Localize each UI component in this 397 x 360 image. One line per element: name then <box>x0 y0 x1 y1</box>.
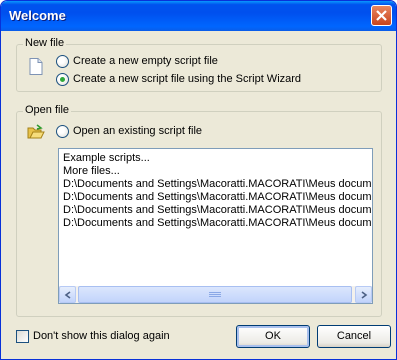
list-item[interactable]: D:\Documents and Settings\Macoratti.MACO… <box>63 178 372 191</box>
list-item[interactable]: D:\Documents and Settings\Macoratti.MACO… <box>63 217 372 230</box>
scroll-left-button[interactable] <box>59 286 76 303</box>
document-icon <box>29 58 43 75</box>
cancel-button[interactable]: Cancel <box>317 325 391 348</box>
open-file-group-label: Open file <box>23 104 72 116</box>
chevron-left-icon <box>64 291 71 299</box>
welcome-dialog: Welcome New file Create a new empty scri… <box>0 0 397 360</box>
radio-script-wizard-button[interactable] <box>56 73 69 86</box>
radio-open-existing-button[interactable] <box>56 125 69 138</box>
scroll-right-button[interactable] <box>355 286 372 303</box>
list-item[interactable]: D:\Documents and Settings\Macoratti.MACO… <box>63 191 372 204</box>
list-item[interactable]: D:\Documents and Settings\Macoratti.MACO… <box>63 204 372 217</box>
radio-open-existing-label: Open an existing script file <box>73 125 203 137</box>
recent-files-items: Example scripts... More files... D:\Docu… <box>63 152 372 230</box>
recent-files-list[interactable]: Example scripts... More files... D:\Docu… <box>58 148 373 304</box>
title-bar[interactable]: Welcome <box>1 1 396 31</box>
list-item[interactable]: Example scripts... <box>63 152 372 165</box>
horizontal-scrollbar[interactable] <box>59 286 372 303</box>
window-title: Welcome <box>9 8 66 23</box>
close-button[interactable] <box>371 5 392 26</box>
radio-empty-script-label: Create a new empty script file <box>73 55 218 67</box>
dont-show-again-label: Don't show this dialog again <box>33 330 170 342</box>
list-item[interactable]: More files... <box>63 165 372 178</box>
chevron-right-icon <box>361 291 368 299</box>
radio-script-wizard-label: Create a new script file using the Scrip… <box>73 73 302 85</box>
scrollbar-thumb[interactable] <box>78 286 352 303</box>
close-icon <box>376 10 387 21</box>
open-folder-icon <box>27 124 45 139</box>
scrollbar-grip-icon <box>209 292 221 299</box>
radio-empty-script-button[interactable] <box>56 55 69 68</box>
ok-button[interactable]: OK <box>236 325 310 348</box>
dont-show-again-box[interactable] <box>16 330 29 343</box>
new-file-group-label: New file <box>23 37 67 49</box>
